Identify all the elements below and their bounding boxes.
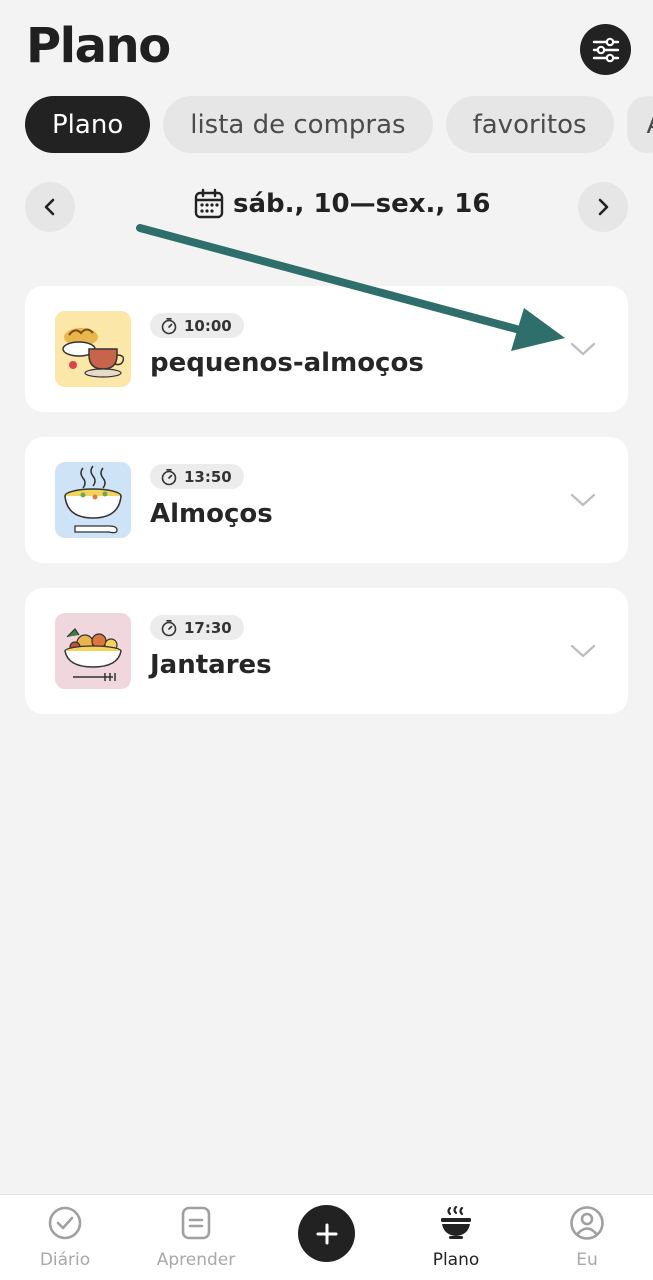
chevron-down-icon <box>570 493 596 507</box>
meal-name: Almoços <box>150 499 273 529</box>
expand-button[interactable] <box>570 487 596 513</box>
document-icon <box>181 1206 211 1240</box>
settings-button[interactable] <box>580 24 631 75</box>
tab-lista-de-compras[interactable]: lista de compras <box>163 96 433 153</box>
nav-label: Diário <box>39 1250 91 1270</box>
nav-label: Aprender <box>156 1250 236 1270</box>
meal-card-dinner[interactable]: 17:30 Jantares <box>25 588 628 714</box>
meal-time: 13:50 <box>184 467 232 486</box>
tab-bar: Plano lista de compras favoritos A <box>25 96 653 153</box>
chevron-left-icon <box>44 198 55 216</box>
meal-time-badge: 17:30 <box>150 615 244 640</box>
calendar-icon <box>194 188 224 219</box>
nav-eu[interactable]: Eu <box>532 1195 642 1280</box>
breakfast-image <box>55 311 131 387</box>
stopwatch-icon <box>161 317 177 334</box>
nav-aprender[interactable]: Aprender <box>141 1195 251 1280</box>
check-circle-icon <box>48 1206 82 1240</box>
plus-icon <box>316 1223 337 1244</box>
add-button[interactable] <box>298 1205 355 1262</box>
meal-name: pequenos-almoços <box>150 348 424 378</box>
meal-time: 17:30 <box>184 618 232 637</box>
nav-diario[interactable]: Diário <box>10 1195 120 1280</box>
sliders-icon <box>592 37 619 62</box>
page-title: Plano <box>26 18 171 74</box>
bowl-icon <box>441 1205 471 1239</box>
meal-card-breakfast[interactable]: 10:00 pequenos-almoços <box>25 286 628 412</box>
expand-button[interactable] <box>570 638 596 664</box>
chevron-down-icon <box>570 644 596 658</box>
expand-button[interactable] <box>570 336 596 362</box>
chevron-right-icon <box>598 198 609 216</box>
meal-name: Jantares <box>150 650 272 680</box>
meal-card-lunch[interactable]: 13:50 Almoços <box>25 437 628 563</box>
next-week-button[interactable] <box>578 182 628 232</box>
chevron-down-icon <box>570 342 596 356</box>
nav-label: Eu <box>576 1250 598 1270</box>
lunch-image <box>55 462 131 538</box>
nav-label: Plano <box>432 1250 480 1270</box>
week-range[interactable]: sáb., 10—sex., 16 <box>193 188 491 220</box>
tab-favoritos[interactable]: favoritos <box>445 96 614 153</box>
stopwatch-icon <box>161 468 177 485</box>
meal-time-badge: 13:50 <box>150 464 244 489</box>
bottom-nav: Diário Aprender Plano Eu <box>0 1194 653 1280</box>
stopwatch-icon <box>161 619 177 636</box>
tab-partial[interactable]: A <box>626 96 653 153</box>
meal-time-badge: 10:00 <box>150 313 244 338</box>
person-circle-icon <box>570 1206 604 1240</box>
nav-plano[interactable]: Plano <box>401 1195 511 1280</box>
previous-week-button[interactable] <box>25 182 75 232</box>
week-range-label: sáb., 10—sex., 16 <box>233 189 491 219</box>
tab-plano[interactable]: Plano <box>25 96 151 153</box>
meal-time: 10:00 <box>184 316 232 335</box>
dinner-image <box>55 613 131 689</box>
